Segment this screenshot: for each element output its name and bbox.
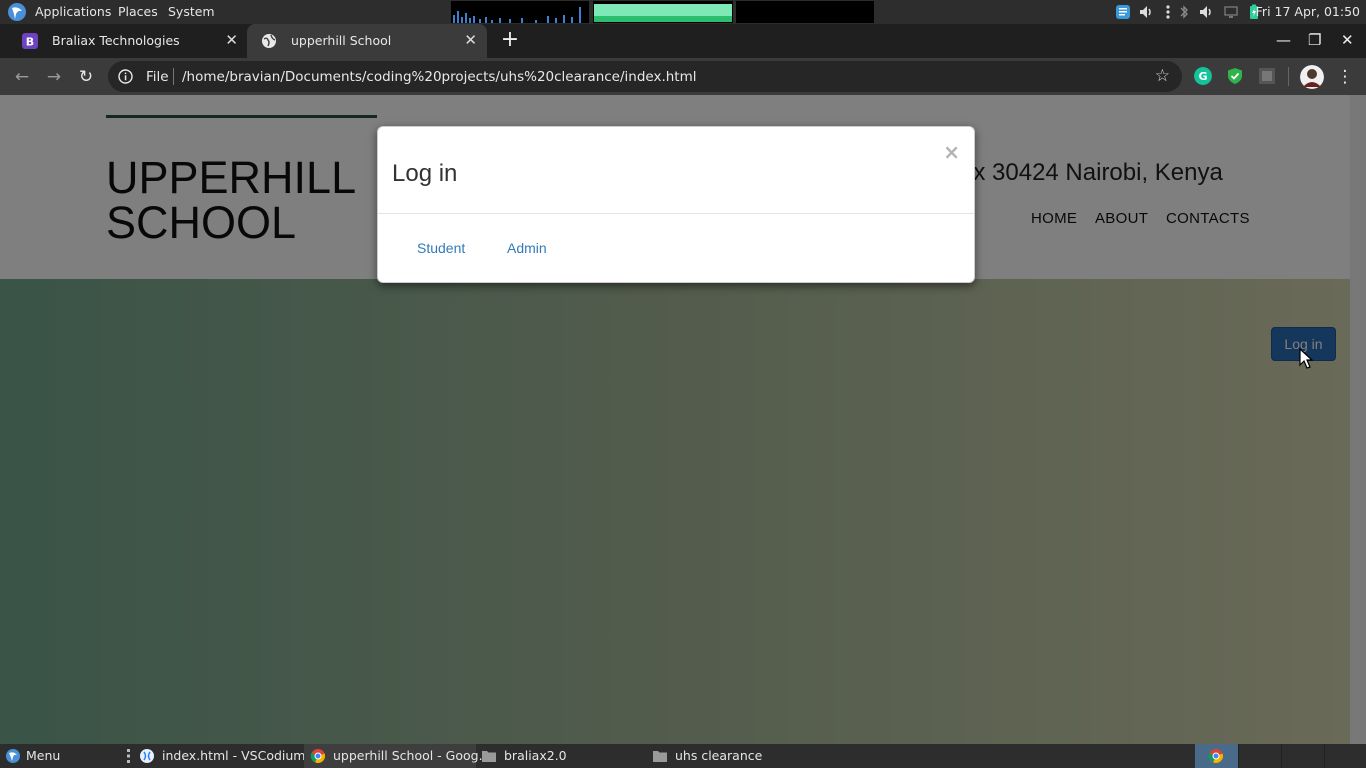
- drag-handle-icon[interactable]: [127, 748, 130, 764]
- tab-upperhill[interactable]: upperhill School ✕: [247, 24, 487, 58]
- cpu-graph[interactable]: [451, 1, 589, 23]
- distro-logo-icon: [6, 749, 20, 763]
- chrome-icon: [1208, 749, 1223, 763]
- reload-icon[interactable]: ↻: [75, 66, 97, 88]
- workspace-4[interactable]: [1324, 744, 1366, 768]
- extension-puzzle-icon[interactable]: [1258, 67, 1276, 85]
- taskbar-item-label: uhs clearance: [675, 748, 763, 763]
- login-modal: Log in × Student Admin: [377, 126, 975, 283]
- tab-title: Braliax Technologies: [52, 33, 180, 48]
- web-page: UPPERHILL SCHOOL Box 30424 Nairobi, Keny…: [0, 95, 1366, 744]
- taskbar-item-label: upperhill School - Goog...: [333, 748, 491, 763]
- info-icon[interactable]: [118, 69, 133, 84]
- start-menu-button[interactable]: Menu: [0, 744, 110, 768]
- memory-used-fill: [594, 4, 732, 16]
- modal-close-icon[interactable]: ×: [943, 140, 960, 164]
- taskbar-item-vscodium[interactable]: index.html - VSCodium: [133, 744, 305, 768]
- bottom-taskbar: Menu index.html - VSCodium upperhill Sch…: [0, 744, 1366, 768]
- menu-label: Menu: [26, 748, 61, 763]
- back-arrow-icon[interactable]: ←: [11, 66, 33, 88]
- browser-toolbar: ← → ↻ File /home/bravian/Documents/codin…: [0, 58, 1366, 95]
- workspace-2[interactable]: [1238, 744, 1281, 768]
- forward-arrow-icon[interactable]: →: [43, 66, 65, 88]
- browser-tab-bar: B Braliax Technologies ✕ upperhill Schoo…: [0, 24, 1366, 58]
- folder-icon: [482, 751, 496, 762]
- url-text[interactable]: /home/bravian/Documents/coding%20project…: [182, 69, 697, 85]
- taskbar-item-braliax-folder[interactable]: braliax2.0: [475, 744, 643, 768]
- bootstrap-icon: B: [22, 33, 38, 49]
- scheme-label: File: [146, 69, 169, 85]
- workspace-3[interactable]: [1281, 744, 1324, 768]
- shield-extension-icon[interactable]: [1226, 67, 1244, 85]
- applications-menu[interactable]: Applications: [35, 4, 111, 19]
- places-menu[interactable]: Places: [118, 4, 158, 19]
- taskbar-item-uhs-folder[interactable]: uhs clearance: [646, 744, 814, 768]
- system-menu[interactable]: System: [168, 4, 215, 19]
- network-offline-icon[interactable]: [1223, 4, 1239, 20]
- vscodium-icon: [140, 749, 154, 763]
- taskbar-item-label: braliax2.0: [504, 748, 567, 763]
- admin-login-link[interactable]: Admin: [507, 240, 547, 256]
- minimize-icon[interactable]: —: [1276, 31, 1291, 49]
- modal-title: Log in: [392, 160, 458, 187]
- notes-icon[interactable]: [1115, 4, 1131, 20]
- memory-cached-fill: [594, 16, 732, 22]
- window-close-icon[interactable]: ✕: [1341, 31, 1354, 49]
- profile-avatar-icon[interactable]: [1300, 65, 1324, 89]
- svg-text:G: G: [1198, 70, 1207, 83]
- tab-close-icon[interactable]: ✕: [464, 31, 477, 49]
- folder-icon: [653, 751, 667, 762]
- address-separator: [173, 68, 174, 85]
- volume-icon-2[interactable]: [1198, 4, 1214, 20]
- tab-title: upperhill School: [291, 33, 392, 48]
- address-bar[interactable]: File /home/bravian/Documents/coding%20pr…: [108, 61, 1182, 92]
- tab-close-icon[interactable]: ✕: [225, 31, 238, 49]
- mouse-cursor-icon: [1299, 348, 1313, 369]
- tab-braliax[interactable]: B Braliax Technologies ✕: [8, 24, 248, 58]
- network-graph[interactable]: [736, 1, 874, 23]
- restore-icon[interactable]: ❐: [1308, 31, 1321, 49]
- chrome-icon: [310, 749, 325, 763]
- menu-dots-icon[interactable]: [1160, 4, 1176, 20]
- toolbar-separator: [1288, 67, 1289, 86]
- distro-logo-icon[interactable]: [6, 2, 28, 22]
- browser-menu-icon[interactable]: ⋮: [1334, 66, 1356, 88]
- grammarly-icon[interactable]: G: [1194, 67, 1212, 85]
- taskbar-item-label: index.html - VSCodium: [162, 748, 306, 763]
- volume-icon[interactable]: [1138, 4, 1154, 20]
- modal-header: Log in ×: [378, 127, 974, 214]
- bookmark-star-icon[interactable]: ☆: [1155, 66, 1170, 86]
- new-tab-button[interactable]: +: [500, 29, 520, 53]
- top-panel: Applications Places System Fri 17 Apr, 0…: [0, 0, 1366, 24]
- clock[interactable]: Fri 17 Apr, 01:50: [1256, 4, 1360, 19]
- memory-graph[interactable]: [593, 1, 733, 23]
- taskbar-item-chrome[interactable]: upperhill School - Goog...: [304, 744, 491, 768]
- workspace-1[interactable]: [1195, 744, 1238, 768]
- student-login-link[interactable]: Student: [417, 240, 465, 256]
- globe-icon: [262, 34, 276, 48]
- bluetooth-icon[interactable]: [1176, 4, 1192, 20]
- svg-text:B: B: [26, 36, 34, 49]
- cpu-graph-bars: [453, 7, 581, 23]
